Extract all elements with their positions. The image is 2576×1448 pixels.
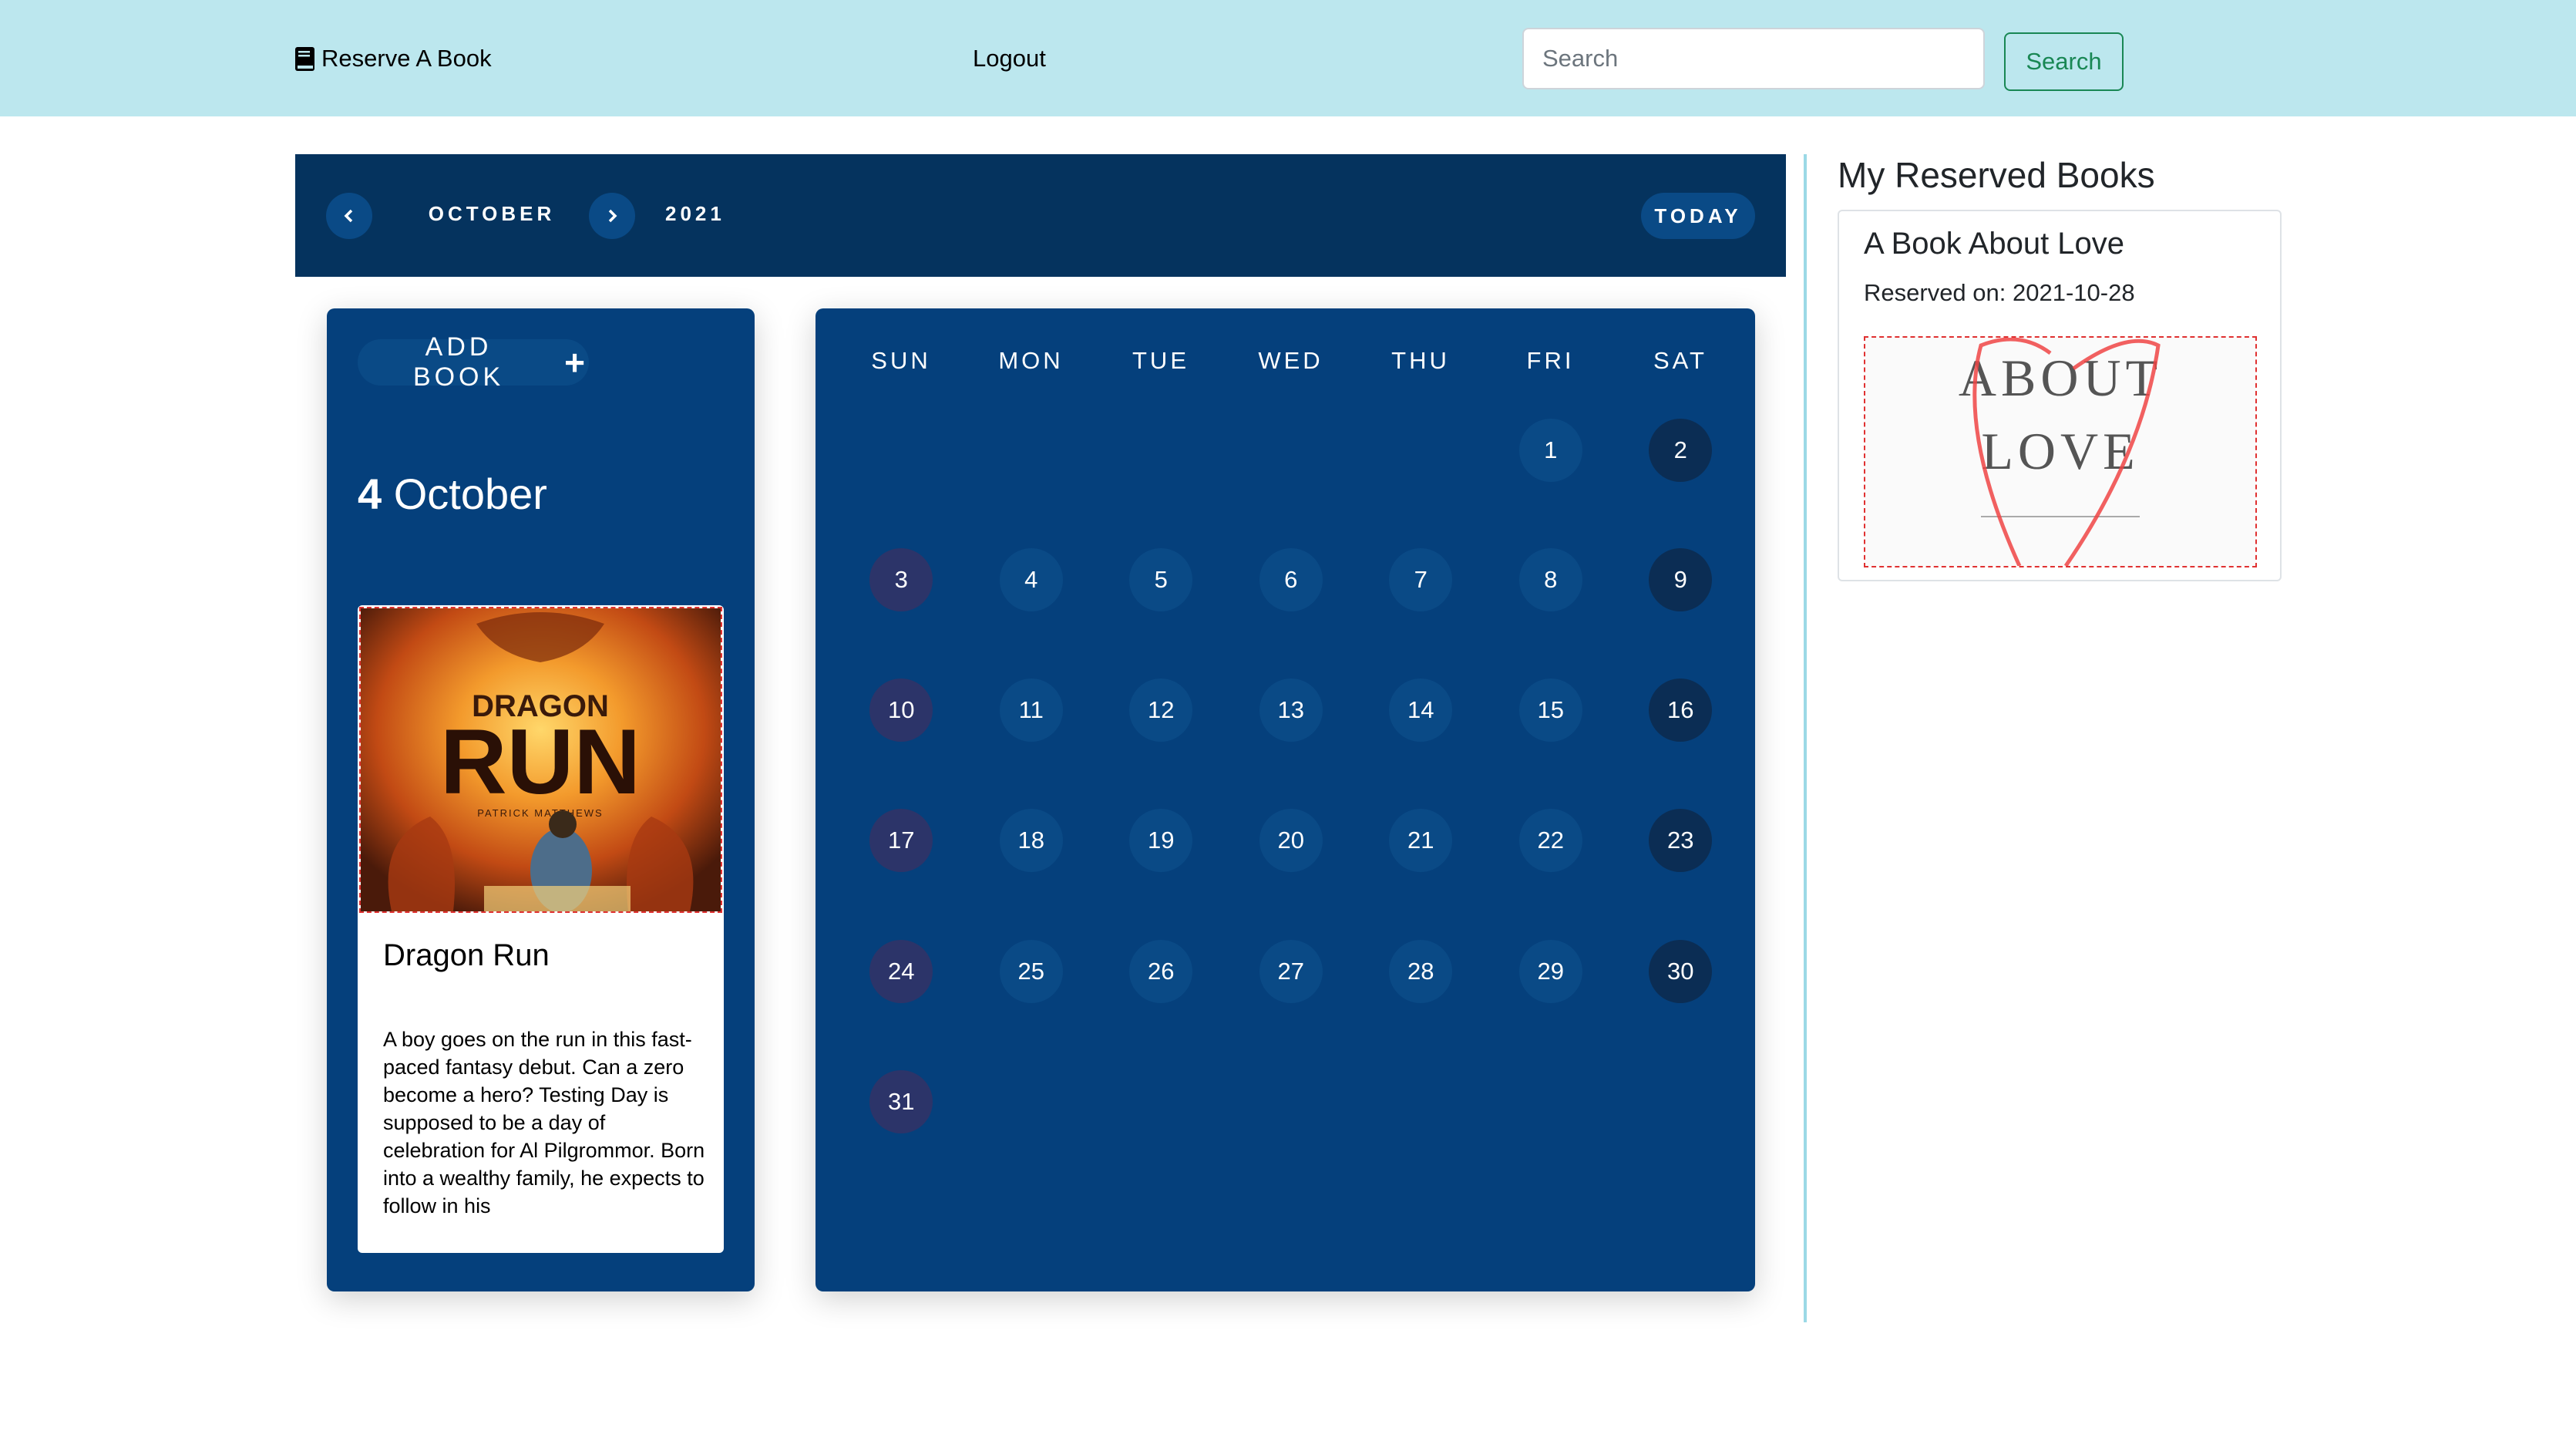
calendar-day-5[interactable]: 5 xyxy=(1129,548,1193,611)
selected-day-panel: ADD BOOK + 4 October DRAGON RUN PATRICK … xyxy=(327,308,755,1291)
next-month-button[interactable] xyxy=(589,193,635,239)
calendar-day-21[interactable]: 21 xyxy=(1389,809,1453,872)
calendar-day-22[interactable]: 22 xyxy=(1518,809,1582,872)
calendar-day-29[interactable]: 29 xyxy=(1518,940,1582,1003)
selected-day-number: 4 xyxy=(358,470,382,518)
reserved-on-date: Reserved on: 2021-10-28 xyxy=(1864,279,2135,306)
cover-author: PATRICK MATTHEWS xyxy=(477,807,603,819)
brand-link[interactable]: Reserve A Book xyxy=(294,43,492,74)
calendar-day-26[interactable]: 26 xyxy=(1129,940,1193,1003)
calendar-day-6[interactable]: 6 xyxy=(1259,548,1323,611)
add-book-label: ADD BOOK xyxy=(412,332,505,392)
book-icon xyxy=(295,46,314,71)
reserved-book-card[interactable]: A Book About Love Reserved on: 2021-10-2… xyxy=(1838,210,2282,581)
calendar-day-24[interactable]: 24 xyxy=(869,940,933,1003)
today-button[interactable]: TODAY xyxy=(1641,193,1755,239)
book-description: A boy goes on the run in this fast-paced… xyxy=(383,1028,705,1217)
vertical-divider xyxy=(1804,154,1807,1322)
calendar-day-7[interactable]: 7 xyxy=(1389,548,1453,611)
calendar-day-16[interactable]: 16 xyxy=(1649,679,1713,742)
cover-text-line1: ABOUT xyxy=(1959,349,2162,407)
cover-title-line2: RUN xyxy=(440,710,641,813)
calendar-day-31[interactable]: 31 xyxy=(869,1070,933,1133)
calendar-day-10[interactable]: 10 xyxy=(869,679,933,742)
reserved-books-heading: My Reserved Books xyxy=(1838,155,2155,195)
weekday-header-fri: FRI xyxy=(1526,347,1575,374)
calendar-day-25[interactable]: 25 xyxy=(999,940,1063,1003)
calendar-day-19[interactable]: 19 xyxy=(1129,809,1193,872)
weekday-header-wed: WED xyxy=(1258,347,1323,374)
weekday-header-thu: THU xyxy=(1391,347,1450,374)
logout-link[interactable]: Logout xyxy=(973,43,1046,74)
calendar-day-14[interactable]: 14 xyxy=(1389,679,1453,742)
reserved-book-title: A Book About Love xyxy=(1864,227,2125,261)
calendar-day-8[interactable]: 8 xyxy=(1518,548,1582,611)
calendar-day-2[interactable]: 2 xyxy=(1649,419,1713,482)
prev-month-button[interactable] xyxy=(326,193,372,239)
plus-icon: + xyxy=(564,342,589,382)
month-label: OCTOBER xyxy=(428,202,556,225)
calendar-day-4[interactable]: 4 xyxy=(999,548,1063,611)
book-title: Dragon Run xyxy=(383,938,550,972)
cover-text-line2: LOVE xyxy=(1981,422,2139,480)
calendar-day-15[interactable]: 15 xyxy=(1518,679,1582,742)
calendar-day-23[interactable]: 23 xyxy=(1649,809,1713,872)
calendar-day-30[interactable]: 30 xyxy=(1649,940,1713,1003)
calendar-day-18[interactable]: 18 xyxy=(999,809,1063,872)
calendar-day-17[interactable]: 17 xyxy=(869,809,933,872)
brand-label: Reserve A Book xyxy=(321,45,492,72)
reserved-book-cover-image: ABOUT LOVE xyxy=(1864,336,2257,567)
calendar-header: OCTOBER 2021 TODAY xyxy=(295,154,1786,277)
search-input[interactable] xyxy=(1522,28,1985,89)
book-card[interactable]: DRAGON RUN PATRICK MATTHEWS Dragon Run A… xyxy=(358,605,724,1253)
weekday-header-tue: TUE xyxy=(1132,347,1189,374)
calendar-day-28[interactable]: 28 xyxy=(1389,940,1453,1003)
weekday-header-sat: SAT xyxy=(1653,347,1707,374)
calendar-day-27[interactable]: 27 xyxy=(1259,940,1323,1003)
calendar-day-12[interactable]: 12 xyxy=(1129,679,1193,742)
calendar-day-20[interactable]: 20 xyxy=(1259,809,1323,872)
calendar-day-3[interactable]: 3 xyxy=(869,548,933,611)
weekday-header-mon: MON xyxy=(998,347,1064,374)
calendar-day-11[interactable]: 11 xyxy=(999,679,1063,742)
calendar-day-1[interactable]: 1 xyxy=(1518,419,1582,482)
book-cover-image: DRAGON RUN PATRICK MATTHEWS xyxy=(359,607,722,913)
top-navbar: Reserve A Book Logout Search xyxy=(0,0,2576,116)
search-button[interactable]: Search xyxy=(2004,32,2124,91)
selected-date: 4 October xyxy=(358,469,547,519)
add-book-button[interactable]: ADD BOOK + xyxy=(358,332,589,392)
calendar-day-9[interactable]: 9 xyxy=(1649,548,1713,611)
chevron-right-icon xyxy=(608,209,617,223)
calendar-day-13[interactable]: 13 xyxy=(1259,679,1323,742)
year-label: 2021 xyxy=(665,202,725,225)
selected-month-name: October xyxy=(393,470,547,518)
calendar-grid: SUN MON TUE WED THU FRI SAT 1 2 3 4 5 6 7 8 9 10 11 12 13 14… xyxy=(816,308,1755,1291)
chevron-left-icon xyxy=(344,209,353,223)
weekday-header-sun: SUN xyxy=(871,347,931,374)
